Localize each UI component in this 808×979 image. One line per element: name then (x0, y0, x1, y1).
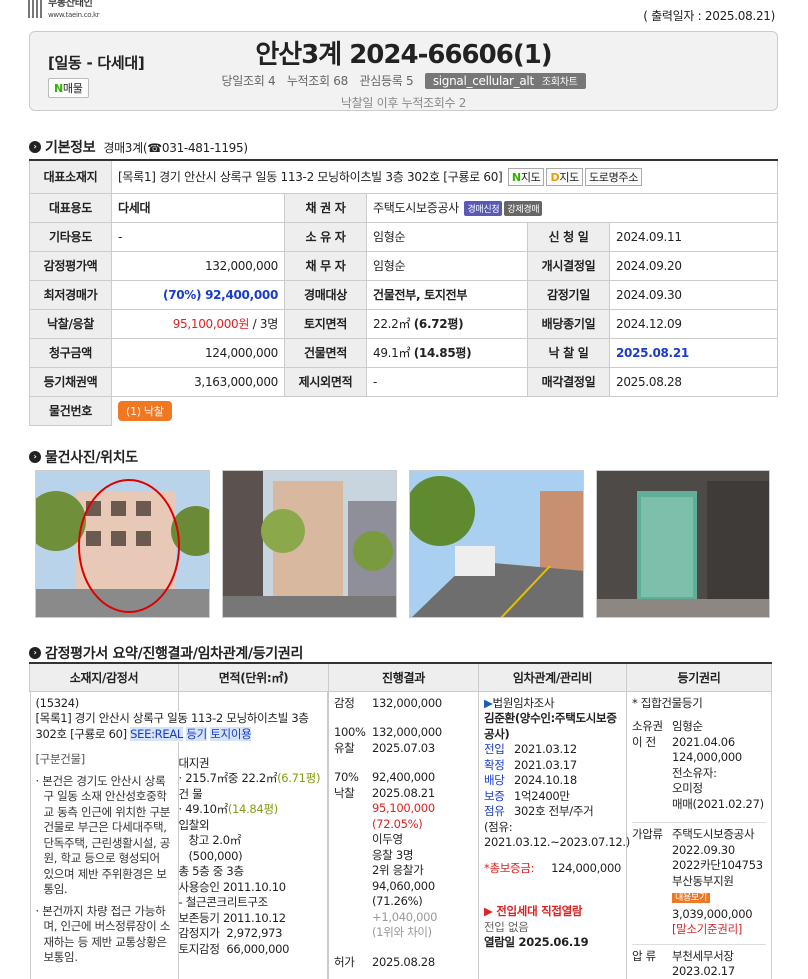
creditor-cell: 주택도시보증공사 경매신청 강제경매 (365, 192, 779, 223)
header-cell: 제시외면적 (284, 366, 367, 397)
header-cell: 낙 찰 일 (527, 337, 610, 368)
triangle-right-icon: ▶ (484, 695, 493, 710)
logo-icon (28, 0, 44, 18)
header-cell: 청구금액 (29, 337, 112, 368)
forced-auction-badge: 강제경매 (504, 201, 543, 216)
other-use: - (111, 221, 285, 252)
daum-map-button[interactable]: D지도 (546, 167, 583, 186)
total-deposit: *총보증금: 124,000,000 (484, 860, 621, 875)
header-cell: 대표용도 (29, 192, 112, 223)
header-cell: 낙찰/응찰 (29, 308, 112, 339)
column-header: 등기권리 (626, 662, 772, 692)
decision-date: 2024.09.20 (608, 250, 779, 281)
summary-heading: › 감정평가서 요약/진행결과/임차관계/등기권리 (29, 643, 303, 663)
header-cell: 등기채권액 (29, 366, 112, 397)
header-cell: 감정기일 (527, 279, 610, 310)
claim-amount: 124,000,000 (111, 337, 285, 368)
auction-request-badge: 경매신청 (464, 201, 503, 216)
column-header: 임차관계/관리비 (478, 662, 627, 692)
summary-table: 소재지/감정서 면적(단위:㎡) 진행결과 임차관계/관리비 등기권리 (153… (29, 662, 772, 979)
header-cell: 대표소재지 (29, 159, 112, 194)
progress-cell: 감정 132,000,000 100% 132,000,000 유찰 2025.07.… (328, 691, 479, 979)
property-photo-1[interactable] (35, 470, 210, 618)
registry-cell: * 집합건물등기 소유권 이 전 임형순 2021.04.06 124,000,000… (626, 691, 772, 979)
view-chart-button[interactable]: signal_cellular_alt 조회차트 (424, 73, 586, 89)
main-use: 다세대 (111, 192, 285, 223)
road-address-button[interactable]: 도로명주소 (584, 167, 643, 186)
chevron-right-icon: › (29, 141, 41, 153)
land-use-link[interactable]: 토지이용 (210, 726, 252, 741)
site-logo[interactable]: 부동산태인 www.taein.co.kr (28, 0, 100, 22)
appraisal-date: 2024.09.30 (608, 279, 779, 310)
header-cell: 배당종기일 (527, 308, 610, 339)
basic-info-table: 대표소재지 [목록1] 경기 안산시 상록구 일동 113-2 모닝하이츠빌 3… (29, 159, 779, 426)
header-cell: 감정평가액 (29, 250, 112, 281)
registered-claims: 3,163,000,000 (111, 366, 285, 397)
property-photo-4[interactable] (596, 470, 770, 618)
property-photo-3[interactable] (409, 470, 584, 618)
header-cell: 신 청 일 (527, 221, 610, 252)
location-appraisal-cell: (15324) [목록1] 경기 안산시 상록구 일동 113-2 모닝하이츠빌… (29, 691, 329, 979)
header-cell: 채 권 자 (284, 192, 367, 223)
total-views: 누적조회 68 (286, 74, 348, 88)
header-cell: 물건번호 (29, 395, 112, 426)
header-cell: 기타용도 (29, 221, 112, 252)
appraisal-note-2: · 본건까지 차량 접근 가능하며, 인근에 버스정류장이 소재하는 등 제반 … (35, 903, 171, 965)
land-area: 22.2㎡ (6.72평) (366, 308, 528, 339)
today-views: 당일조회 4 (221, 74, 276, 88)
tenancy-cell: ▶법원임차조사 김준환(양수인:주택도시보증공사) 전입 2021.03.12 확… (478, 691, 630, 979)
header-cell: 경매대상 (284, 279, 367, 310)
apply-date: 2024.09.11 (608, 221, 779, 252)
excluded-area: - (366, 366, 528, 397)
appraisal-value: 132,000,000 (111, 250, 285, 281)
header-cell: 최저경매가 (29, 279, 112, 310)
naver-map-button[interactable]: N지도 (507, 167, 545, 186)
header-cell: 채 무 자 (284, 250, 367, 281)
photos-heading: › 물건사진/위치도 (29, 447, 138, 467)
property-photo-2[interactable] (222, 470, 397, 618)
debtor: 임형순 (366, 250, 528, 281)
owner: 임형순 (366, 221, 528, 252)
after-sale-views: 낙찰일 이후 누적조회수 2 (340, 96, 467, 110)
header-cell: 건물면적 (284, 337, 367, 368)
case-number: 안산3계 2024-66606(1) (255, 40, 552, 70)
header-cell: 소 유 자 (284, 221, 367, 252)
view-detail-button[interactable]: 내용보기 (672, 893, 710, 903)
item-1-button[interactable]: (1) 낙찰 (118, 400, 172, 421)
building-area: 49.1㎡ (14.85평) (366, 337, 528, 368)
column-header: 진행결과 (328, 662, 479, 692)
interest-count: 관심등록 5 (359, 74, 414, 88)
address-cell: [목록1] 경기 안산시 상록구 일동 113-2 모닝하이츠빌 3층 302호… (110, 159, 779, 194)
item-number-cell: (1) 낙찰 (110, 395, 778, 425)
triangle-right-icon: ▶ (484, 904, 497, 918)
print-date: ( 출력일자 : 2025.08.21) (643, 9, 775, 23)
tenant-name: 김준환(양수인:주택도시보증공사) (484, 711, 617, 741)
column-header: 면적(단위:㎡) (178, 662, 329, 692)
chevron-right-icon: › (29, 647, 41, 659)
case-header: [일동 - 다세대] N매물 안산3계 2024-66606(1) 당일조회 4… (29, 31, 778, 111)
basic-info-heading: › 기본정보 경매3계(☎031-481-1195) (29, 137, 248, 157)
view-stats: 당일조회 4 누적조회 68 관심등록 5 signal_cellular_al… (30, 72, 777, 89)
registry-link[interactable]: 등기 (186, 726, 207, 741)
logo-url: www.taein.co.kr (48, 11, 100, 19)
building-type: [구분건물] (35, 752, 86, 766)
resident-check-link[interactable]: ▶ 전입세대 직접열람 (484, 904, 621, 920)
sale-decision-date: 2025.08.28 (608, 366, 779, 397)
dividend-deadline: 2024.12.09 (608, 308, 779, 339)
header-cell: 개시결정일 (527, 250, 610, 281)
zip-code: (15324) (35, 695, 80, 710)
seereal-link[interactable]: SEE:REAL (130, 726, 183, 741)
appraisal-note-1: · 본건은 경기도 안산시 상록구 일동 소재 안산성호중학교 동측 인근에 위… (35, 773, 171, 897)
auction-target: 건물전부, 토지전부 (366, 279, 528, 310)
chevron-right-icon: › (29, 451, 41, 463)
winning-bid: 95,100,000원 / 3명 (111, 308, 285, 339)
minimum-price: (70%) 92,400,000 (111, 279, 285, 310)
sale-date: 2025.08.21 (608, 337, 779, 368)
header-cell: 토지면적 (284, 308, 367, 339)
header-cell: 매각결정일 (527, 366, 610, 397)
logo-name: 부동산태인 (48, 0, 93, 9)
column-header: 소재지/감정서 (29, 662, 179, 692)
summary-address: [목록1] 경기 안산시 상록구 일동 113-2 모닝하이츠빌 3층 302호… (35, 711, 326, 742)
court-division: 경매3계(☎031-481-1195) (103, 140, 248, 155)
